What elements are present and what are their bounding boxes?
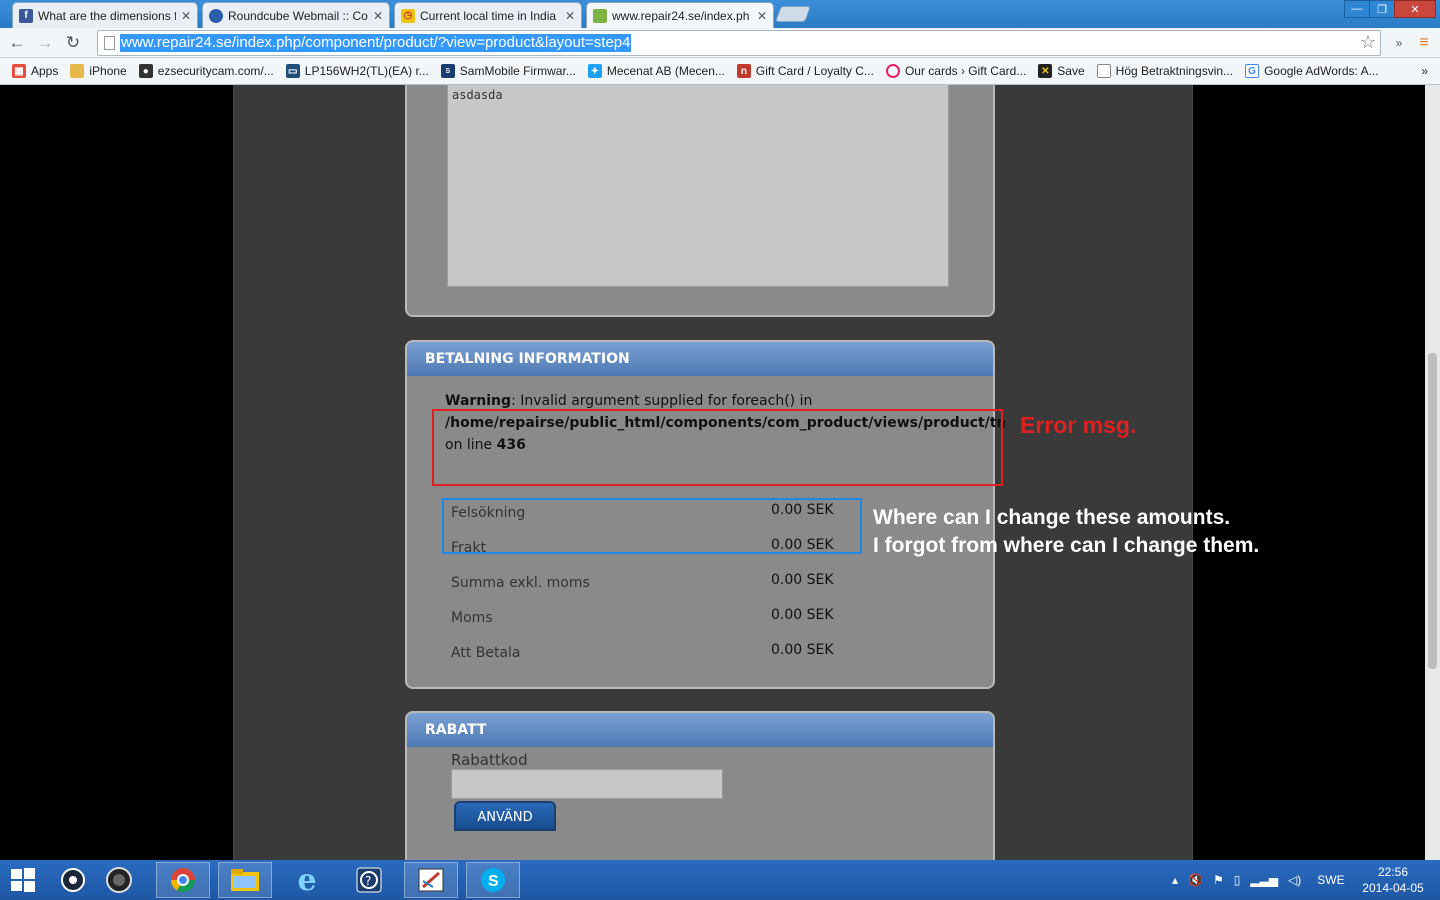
close-window-button[interactable]: ✕ (1394, 0, 1436, 18)
tab-local-time[interactable]: ◷ Current local time in India ✕ (394, 2, 582, 28)
bookmark-gift-card[interactable]: n Gift Card / Loyalty C... (731, 64, 880, 78)
url-text[interactable]: www.repair24.se/index.php/component/prod… (120, 34, 632, 52)
bookmark-apps[interactable]: ▦ Apps (6, 64, 64, 78)
chrome-icon[interactable] (156, 862, 210, 898)
tab-title: www.repair24.se/index.ph (612, 8, 750, 23)
windows-start-icon[interactable] (0, 862, 46, 898)
tab-title: Current local time in India (420, 8, 557, 23)
camera-icon: ● (138, 64, 153, 78)
bookmarks-overflow-icon[interactable]: » (1415, 64, 1440, 78)
page-scrollbar[interactable] (1425, 85, 1440, 860)
roundcube-icon (209, 8, 223, 23)
tab-repair24[interactable]: www.repair24.se/index.ph ✕ (586, 2, 774, 28)
apply-discount-button[interactable]: ANVÄND (454, 801, 556, 831)
bookmark-mecenat[interactable]: ✦ Mecenat AB (Mecen... (582, 64, 731, 78)
google-icon: G (1245, 64, 1260, 78)
error-annotation-label: Error msg. (1020, 412, 1137, 438)
amounts-annotation-box (442, 498, 862, 554)
system-tray: ▴ 🔇 ⚑ ▯ ▂▃▅ ◁) SWE (1172, 860, 1345, 900)
tab-facebook[interactable]: f What are the dimensions f ✕ (12, 2, 198, 28)
tab-title: Roundcube Webmail :: Co (228, 8, 368, 23)
discount-panel-title: RABATT (407, 713, 993, 747)
discount-code-label: Rabattkod (451, 751, 528, 769)
skype-icon[interactable]: S (466, 862, 520, 898)
bookmark-iphone[interactable]: iPhone (64, 64, 132, 78)
discount-panel: RABATT Rabattkod ANVÄND (405, 711, 995, 860)
extensions-chevron-icon[interactable]: » (1388, 32, 1410, 54)
volume-muted-icon[interactable]: 🔇 (1188, 873, 1203, 887)
close-icon[interactable]: ✕ (181, 9, 191, 23)
back-arrow-icon[interactable]: ← (6, 32, 28, 54)
bookmark-save[interactable]: ✕ Save (1032, 64, 1090, 78)
address-bar[interactable]: www.repair24.se/index.php/component/prod… (97, 30, 1381, 56)
help-icon[interactable]: ? (342, 862, 396, 898)
paint-icon[interactable] (404, 862, 458, 898)
internet-explorer-icon[interactable]: e (280, 862, 334, 898)
page-icon (1096, 64, 1111, 78)
apps-grid-icon: ▦ (12, 64, 26, 78)
close-icon[interactable]: ✕ (757, 9, 767, 23)
browser-toolbar: ← → ↻ www.repair24.se/index.php/componen… (0, 28, 1440, 58)
restore-button[interactable]: ❐ (1369, 0, 1395, 18)
action-center-icon[interactable]: ⚑ (1213, 873, 1224, 887)
page-icon (104, 36, 115, 50)
page-icon (593, 8, 607, 23)
bookmark-sammobile[interactable]: S SamMobile Firmwar... (435, 64, 582, 78)
bookmark-hog[interactable]: Hög Betraktningsvin... (1091, 64, 1239, 78)
svg-text:S: S (488, 873, 499, 890)
payment-panel-title: BETALNING INFORMATION (407, 342, 993, 376)
folder-icon (70, 64, 85, 78)
close-icon[interactable]: ✕ (373, 9, 383, 23)
summary-row-vat: Moms 0.00 SEK (451, 607, 834, 626)
reload-icon[interactable]: ↻ (62, 32, 84, 54)
clock-time: 22:56 (1377, 865, 1409, 879)
scrollbar-thumb[interactable] (1428, 353, 1437, 669)
comment-panel: asdasda (405, 85, 995, 317)
save-icon: ✕ (1038, 64, 1053, 78)
browser-window: f What are the dimensions f ✕ Roundcube … (0, 0, 1440, 85)
forward-arrow-icon[interactable]: → (34, 32, 56, 54)
bookmarks-bar: ▦ Apps iPhone ● ezsecuritycam.com/... ▭ LP1… (0, 58, 1440, 85)
clock[interactable]: 22:56 2014-04-05 (1360, 860, 1426, 900)
bookmark-our-cards[interactable]: Our cards › Gift Card... (880, 64, 1032, 78)
twitter-icon: ✦ (587, 64, 602, 78)
battery-icon[interactable]: ▯ (1234, 873, 1241, 887)
facebook-icon: f (19, 8, 33, 23)
svg-text:?: ? (365, 874, 371, 888)
tab-strip: f What are the dimensions f ✕ Roundcube … (0, 0, 1440, 28)
question-line-1: Where can I change these amounts. (873, 506, 1231, 529)
taskbar: e ? S ▴ 🔇 ⚑ ▯ ▂▃▅ ◁) SWE 22:56 2014-04-0… (0, 860, 1440, 900)
sammobile-icon: S (440, 64, 455, 78)
error-annotation-box (432, 409, 1003, 486)
summary-row-subtotal: Summa exkl. moms 0.00 SEK (451, 572, 834, 591)
menu-icon[interactable]: ≡ (1413, 32, 1435, 54)
network-icon[interactable]: ▂▃▅ (1250, 873, 1278, 887)
language-indicator[interactable]: SWE (1317, 873, 1344, 887)
page-viewport: asdasda BETALNING INFORMATION Warning: I… (0, 85, 1440, 860)
bookmark-lp156[interactable]: ▭ LP156WH2(TL)(EA) r... (280, 64, 435, 78)
tab-title: What are the dimensions f (38, 8, 176, 23)
clock-date: 2014-04-05 (1362, 881, 1424, 895)
bookmark-ezsecuritycam[interactable]: ● ezsecuritycam.com/... (133, 64, 280, 78)
new-tab-button[interactable] (775, 6, 811, 22)
tray-expand-icon[interactable]: ▴ (1172, 873, 1178, 887)
tab-roundcube[interactable]: Roundcube Webmail :: Co ✕ (202, 2, 390, 28)
monitor-icon: ▭ (285, 64, 300, 78)
discount-code-input[interactable] (451, 769, 723, 799)
bookmark-adwords[interactable]: G Google AdWords: A... (1239, 64, 1385, 78)
comment-textarea[interactable]: asdasda (447, 85, 949, 287)
minimize-button[interactable]: — (1344, 0, 1370, 18)
summary-row-total: Att Betala 0.00 SEK (451, 642, 834, 661)
camera-app-icon[interactable] (92, 862, 146, 898)
question-line-2: I forgot from where can I change them. (873, 534, 1260, 557)
n-logo-icon: n (736, 64, 751, 78)
bookmark-star-icon[interactable]: ☆ (1360, 32, 1376, 53)
file-explorer-icon[interactable] (218, 862, 272, 898)
ring-icon (885, 64, 900, 78)
clock-icon: ◷ (401, 8, 415, 23)
speaker-icon[interactable]: ◁) (1288, 873, 1301, 887)
close-icon[interactable]: ✕ (565, 9, 575, 23)
